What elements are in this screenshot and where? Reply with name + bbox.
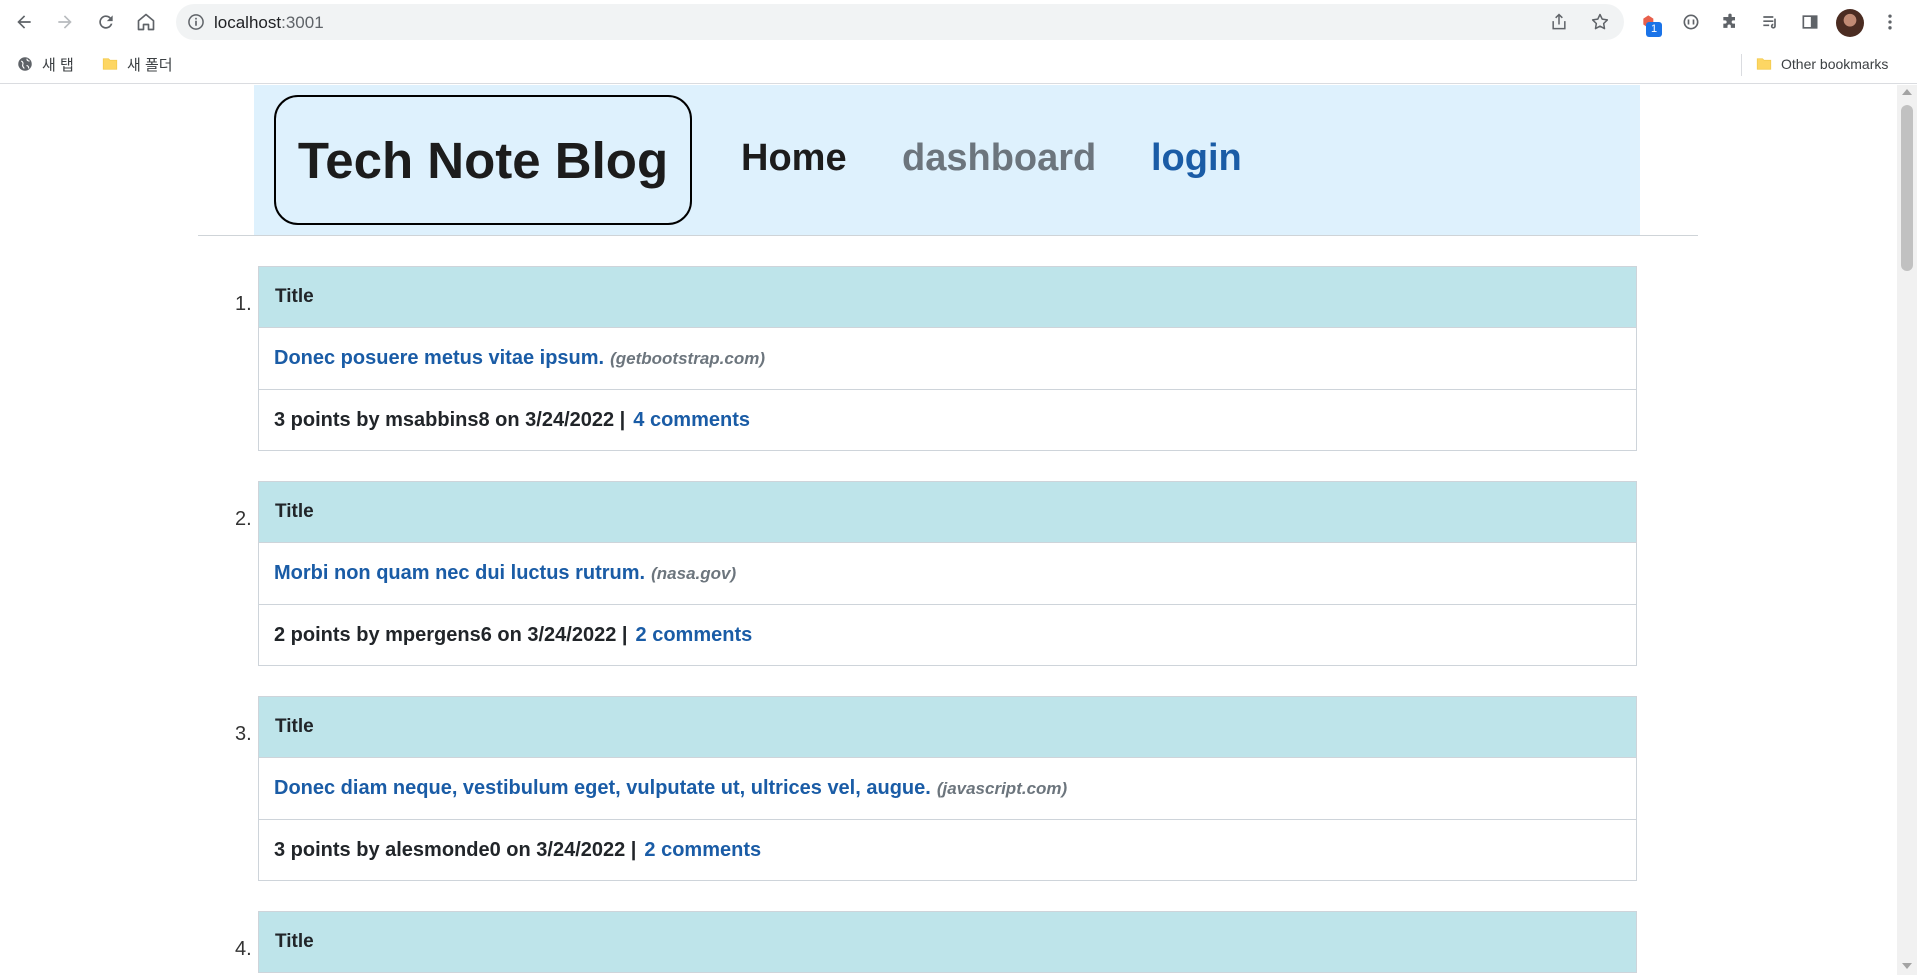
post-card: Title Donec diam neque, vestibulum eget,… (258, 696, 1637, 881)
post-meta-row: 3 points by msabbins8 on 3/24/2022 | 4 c… (259, 390, 1636, 450)
post-title-link[interactable]: Morbi non quam nec dui luctus rutrum. (274, 562, 645, 585)
browser-toolbar: localhost:3001 1 (0, 0, 1917, 44)
url-port: :3001 (281, 13, 324, 32)
other-bookmarks-label: Other bookmarks (1781, 56, 1889, 72)
side-panel-icon (1802, 15, 1818, 29)
post-domain: (nasa.gov) (651, 563, 737, 583)
scroll-thumb[interactable] (1901, 105, 1913, 271)
extension-button-2[interactable] (1679, 10, 1703, 34)
arrow-right-icon (58, 15, 72, 29)
header-divider (198, 235, 1698, 236)
address-bar[interactable]: localhost:3001 (176, 4, 1624, 40)
post-comments-link[interactable]: 2 comments (644, 839, 761, 862)
nav-dashboard-link[interactable]: dashboard (902, 137, 1096, 180)
post-domain: (javascript.com) (936, 778, 1068, 798)
url-text[interactable]: localhost:3001 (214, 13, 324, 33)
bookmark-new-tab[interactable]: 새 탭 (16, 52, 74, 76)
side-panel-button[interactable] (1798, 10, 1822, 34)
post-meta: 3 points by alesmonde0 on 3/24/2022 | (274, 838, 637, 861)
post-card-header: Title (259, 482, 1636, 543)
bookmark-label: 새 탭 (42, 56, 74, 74)
forward-button[interactable] (51, 8, 79, 36)
post-title-link[interactable]: Donec diam neque, vestibulum eget, vulpu… (274, 777, 931, 800)
page-scrollbar[interactable] (1897, 85, 1917, 975)
post-title-row: Morbi non quam nec dui luctus rutrum. (n… (259, 543, 1636, 605)
post-meta: 2 points by mpergens6 on 3/24/2022 | (274, 623, 628, 646)
post-card-header: Title (259, 912, 1636, 973)
home-icon (137, 13, 155, 31)
info-icon[interactable] (186, 12, 206, 32)
kebab-menu-icon (1888, 14, 1892, 30)
scroll-up-arrow-icon[interactable] (1902, 89, 1912, 95)
arrow-left-icon (17, 15, 31, 29)
share-icon[interactable] (1549, 12, 1569, 32)
bookmarks-separator (1741, 54, 1742, 76)
back-button[interactable] (10, 8, 38, 36)
post-number: 1. (235, 293, 252, 315)
post-card: Title (258, 911, 1637, 973)
site-logo[interactable]: Tech Note Blog (274, 95, 692, 225)
home-button[interactable] (132, 8, 160, 36)
extension-badge: 1 (1646, 22, 1662, 37)
post-meta-row: 3 points by alesmonde0 on 3/24/2022 | 2 … (259, 820, 1636, 880)
url-host: localhost (214, 13, 282, 32)
post-domain: (getbootstrap.com) (610, 348, 765, 368)
post-title-row: Donec diam neque, vestibulum eget, vulpu… (259, 758, 1636, 820)
post-card: Title Morbi non quam nec dui luctus rutr… (258, 481, 1637, 666)
nav-login-link[interactable]: login (1151, 137, 1242, 180)
post-number: 4. (235, 938, 252, 960)
browser-menu-button[interactable] (1878, 10, 1902, 34)
post-meta-row: 2 points by mpergens6 on 3/24/2022 | 2 c… (259, 605, 1636, 665)
bookmark-new-folder[interactable]: 새 폴더 (101, 52, 173, 76)
folder-icon (1756, 58, 1772, 70)
nav-home-link[interactable]: Home (741, 137, 847, 180)
folder-icon (102, 58, 118, 70)
post-comments-link[interactable]: 4 comments (633, 409, 750, 432)
post-title-link[interactable]: Donec posuere metus vitae ipsum. (274, 347, 604, 370)
bookmarks-bar: 새 탭 새 폴더 Other bookmarks (0, 44, 1917, 84)
post-card-header: Title (259, 267, 1636, 328)
page-viewport: Tech Note Blog Home dashboard login 1. T… (0, 85, 1897, 975)
puzzle-icon (1723, 13, 1735, 28)
scroll-down-arrow-icon[interactable] (1902, 963, 1912, 969)
reading-list-button[interactable] (1758, 10, 1782, 34)
reload-button[interactable] (92, 8, 120, 36)
post-card: Title Donec posuere metus vitae ipsum. (… (258, 266, 1637, 451)
post-number: 2. (235, 508, 252, 530)
site-header: Tech Note Blog Home dashboard login (254, 85, 1640, 235)
post-card-header: Title (259, 697, 1636, 758)
profile-avatar[interactable] (1836, 9, 1864, 37)
extensions-menu-button[interactable] (1718, 10, 1742, 34)
reading-list-icon (1763, 16, 1776, 29)
circle-extension-icon (1683, 14, 1699, 30)
reload-icon (99, 15, 113, 29)
bookmark-label: 새 폴더 (127, 56, 173, 74)
post-title-row: Donec posuere metus vitae ipsum. (getboo… (259, 328, 1636, 390)
other-bookmarks[interactable]: Other bookmarks (1755, 52, 1888, 76)
post-meta: 3 points by msabbins8 on 3/24/2022 | (274, 408, 626, 431)
star-icon[interactable] (1590, 12, 1610, 32)
globe-icon (18, 57, 32, 71)
post-comments-link[interactable]: 2 comments (636, 624, 753, 647)
post-number: 3. (235, 723, 252, 745)
